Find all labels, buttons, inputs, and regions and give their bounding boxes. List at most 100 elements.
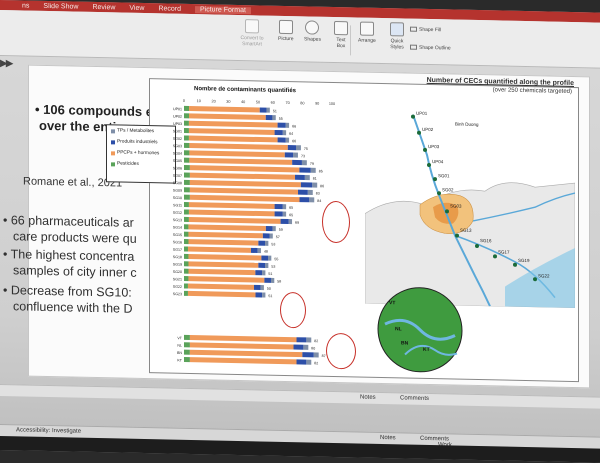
- bar-segment: [184, 172, 190, 178]
- slide-canvas[interactable]: • 106 compounds evaluated in total over …: [3, 64, 590, 389]
- bar-segment: [312, 182, 318, 188]
- axis-tick-label: 50: [256, 100, 260, 104]
- shapes-icon: [305, 20, 320, 35]
- bar-segment: [292, 159, 302, 166]
- shapes-button[interactable]: Shapes: [304, 20, 321, 43]
- figure-image[interactable]: Nombre de contaminants quantifiés Number…: [106, 77, 579, 383]
- legend-swatch: [111, 128, 115, 133]
- row-label: BN: [177, 351, 182, 355]
- tab-picture-format[interactable]: Picture Format: [195, 5, 251, 14]
- bullet-2-line-2: care products were qu: [13, 229, 137, 246]
- bar-segment: [189, 142, 288, 151]
- bar-segment: [189, 113, 266, 120]
- row-label: NL: [177, 344, 182, 348]
- bar-value-label: 55: [274, 257, 278, 261]
- axis-tick-label: 30: [226, 100, 230, 104]
- bar-segment: [189, 157, 293, 165]
- bar-segment: [266, 107, 270, 113]
- bar-segment: [184, 239, 189, 245]
- map-label: SG17: [498, 249, 510, 254]
- bar-segment: [265, 114, 273, 121]
- bar-segment: [274, 129, 283, 136]
- tab-slide-show[interactable]: Slide Show: [43, 2, 78, 10]
- comments-button[interactable]: Comments: [400, 395, 429, 402]
- bar-segment: [184, 209, 189, 215]
- accessibility-status[interactable]: Accessibility: Investigate: [16, 427, 81, 434]
- bar-segment: [188, 231, 263, 239]
- bar-segment: [188, 209, 275, 217]
- row-label: SG06: [173, 166, 182, 170]
- map-label: SG02: [442, 187, 454, 192]
- bar-value-label: 51: [273, 109, 277, 113]
- convert-smartart-button[interactable]: Convert to SmartArt: [232, 19, 272, 48]
- arrange-button[interactable]: Arrange: [358, 21, 376, 44]
- quick-styles-button[interactable]: Quick Styles: [386, 22, 408, 50]
- bar-value-label: 85: [319, 169, 323, 173]
- notes-button[interactable]: Notes: [360, 395, 376, 401]
- row-label: VT: [177, 336, 182, 340]
- bar-segment: [188, 128, 275, 135]
- bar-segment: [184, 231, 189, 237]
- outline-icon: [410, 44, 417, 50]
- axis-tick-label: 70: [285, 101, 289, 105]
- picture-button[interactable]: Picture: [278, 19, 294, 42]
- row-label: SG07: [173, 174, 182, 178]
- shape-outline-button[interactable]: Shape Outline: [410, 44, 451, 51]
- bar-segment: [189, 194, 300, 203]
- bar-value-label: 64: [289, 132, 293, 136]
- row-label: SG08: [173, 181, 182, 185]
- bar-segment: [274, 211, 283, 217]
- bar-segment: [259, 107, 267, 113]
- bar-segment: [184, 276, 189, 282]
- bar-value-label: 66: [292, 139, 296, 143]
- bar-value-label: 57: [276, 235, 280, 239]
- bar-value-label: 82: [314, 339, 318, 343]
- tab-review[interactable]: Review: [92, 3, 115, 10]
- bar-value-label: 50: [267, 287, 271, 291]
- map-label: SG13: [460, 228, 472, 233]
- bar-segment: [287, 145, 297, 151]
- lower-bar-segment: [296, 359, 307, 365]
- bar-segment: [272, 226, 276, 232]
- bar-value-label: 55: [279, 117, 283, 121]
- notes-button[interactable]: Notes: [380, 435, 396, 441]
- tab-partial[interactable]: ns: [22, 2, 29, 9]
- lower-bar-segment: [296, 337, 307, 343]
- bar-segment: [255, 270, 263, 276]
- row-label: SG01: [173, 129, 182, 133]
- bar-segment: [265, 225, 273, 232]
- row-label: UP01: [173, 107, 182, 111]
- bar-segment: [184, 283, 188, 289]
- bar-value-label: 53: [271, 265, 275, 269]
- bar-segment: [258, 240, 266, 246]
- row-label: SG17: [173, 248, 182, 252]
- row-label: SG04: [173, 152, 182, 156]
- bar-segment: [265, 240, 269, 246]
- bar-segment: [184, 113, 190, 119]
- bar-segment: [255, 292, 263, 298]
- lower-bar-segment: [313, 352, 319, 358]
- row-label: SG23: [173, 292, 182, 296]
- bar-segment: [189, 150, 285, 158]
- text-box-button[interactable]: Text Box: [332, 20, 350, 49]
- tab-record[interactable]: Record: [158, 5, 181, 12]
- bar-segment: [184, 120, 189, 126]
- bar-segment: [257, 247, 261, 254]
- bar-value-label: 83: [316, 192, 320, 196]
- bar-segment: [184, 179, 190, 185]
- lower-bar-segment: [189, 349, 303, 358]
- shape-fill-button[interactable]: Shape Fill: [410, 26, 441, 33]
- tab-view[interactable]: View: [129, 4, 144, 11]
- bar-segment: [187, 283, 255, 290]
- row-label: UP02: [173, 115, 182, 119]
- bar-segment: [277, 122, 286, 128]
- quick-styles-icon: [390, 22, 404, 37]
- lower-bar-segment: [306, 359, 312, 365]
- bar-segment: [189, 179, 301, 188]
- lower-bar-segment: [184, 342, 190, 348]
- bar-segment: [310, 167, 316, 173]
- bar-value-label: 65: [289, 206, 293, 210]
- bar-segment: [184, 261, 189, 267]
- bar-segment: [270, 277, 275, 283]
- bar-segment: [189, 172, 296, 180]
